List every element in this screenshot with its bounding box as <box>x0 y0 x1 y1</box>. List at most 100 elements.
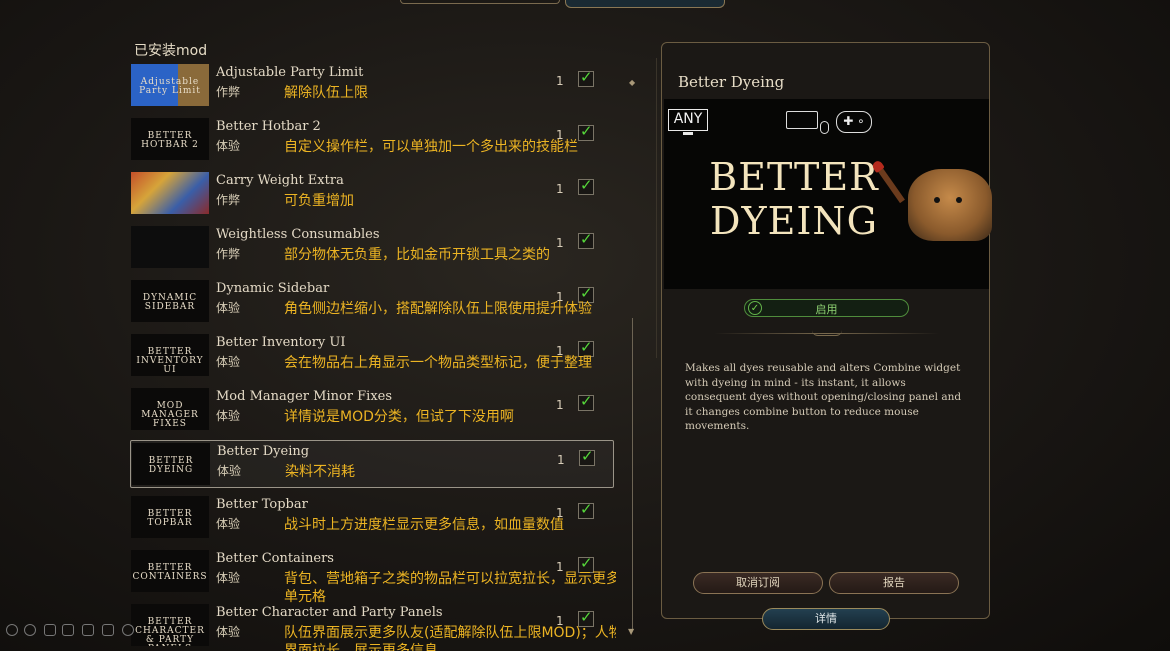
top-tab-right[interactable] <box>565 0 725 8</box>
mod-list: Adjustable Party Limit Adjustable Party L… <box>130 62 616 651</box>
mod-thumbnail <box>131 226 209 268</box>
mod-enabled-checkbox[interactable] <box>578 122 594 141</box>
top-decoration <box>400 0 730 8</box>
mod-category: 作弊 <box>216 193 241 207</box>
mod-thumbnail <box>131 172 209 214</box>
mod-category: 体验 <box>216 355 241 369</box>
scroll-down-icon[interactable]: ▼ <box>628 627 634 636</box>
mod-enabled-checkbox[interactable] <box>579 447 595 466</box>
mod-name: Better Hotbar 2 <box>216 119 321 134</box>
mod-load-order: 1 <box>556 398 564 412</box>
back-icon[interactable] <box>6 624 18 636</box>
details-button[interactable]: 详情 <box>762 608 890 630</box>
top-tab-left[interactable] <box>400 0 560 4</box>
mod-annotation: 会在物品右上角显示一个物品类型标记，便于整理 <box>284 355 592 371</box>
mod-enabled-checkbox[interactable] <box>578 230 594 249</box>
mod-annotation: 解除队伍上限 <box>284 85 368 101</box>
mod-name: Better Inventory UI <box>216 335 346 350</box>
scrollbar[interactable] <box>632 318 633 630</box>
banner-title: BETTER DYEING <box>709 155 879 243</box>
scroll-up-icon[interactable]: ◆ <box>629 78 635 87</box>
mod-name: Dynamic Sidebar <box>216 281 330 296</box>
mod-row[interactable]: BETTER HOTBAR 2Better Hotbar 2体验1自定义操作栏，… <box>130 116 614 164</box>
mod-thumbnail: BETTER HOTBAR 2 <box>131 118 209 160</box>
gamepad-icon: ✚ ∘ <box>836 111 872 133</box>
caption-icon[interactable] <box>82 624 94 636</box>
close-icon[interactable] <box>122 624 134 636</box>
mod-thumbnail: BETTER TOPBAR <box>131 496 209 538</box>
mod-row[interactable]: Adjustable Party Limit Adjustable Party L… <box>130 62 614 110</box>
hamster-illustration <box>908 169 992 241</box>
thumbnail-text: BETTER DYEING <box>148 456 194 475</box>
play-icon[interactable] <box>24 624 36 636</box>
mod-thumbnail: BETTER CONTAINERS <box>131 550 209 592</box>
details-title: Better Dyeing <box>678 73 785 91</box>
thumbnail-text: MOD MANAGER FIXES <box>141 401 199 429</box>
mod-row[interactable]: BETTER DYEING Better Dyeing 体验 1 染料不消耗 <box>130 440 614 488</box>
mod-row[interactable]: BETTER CONTAINERSBetter Containers体验1背包、… <box>130 548 616 605</box>
mod-annotation: 背包、营地箱子之类的物品栏可以拉宽拉长，显示更多单元格 <box>284 571 616 605</box>
installed-mods-title: 已安装mod <box>134 43 208 59</box>
mod-enabled-checkbox[interactable] <box>578 68 594 87</box>
enable-toggle[interactable]: ✓ 启用 <box>744 299 909 317</box>
mod-thumbnail: DYNAMIC SIDEBAR <box>131 280 209 322</box>
mod-category: 作弊 <box>216 247 241 261</box>
mod-description: Makes all dyes reusable and alters Combi… <box>685 362 962 433</box>
keyboard-icon <box>786 111 818 129</box>
mod-annotation: 部分物体无负重，比如金币开锁工具之类的 <box>284 247 550 263</box>
mod-banner: ANY ✚ ∘ BETTER DYEING <box>664 99 992 289</box>
mod-row[interactable]: MOD MANAGER FIXES Mod Manager Minor Fixes… <box>130 386 614 434</box>
thumbnail-text: BETTER HOTBAR 2 <box>141 131 199 150</box>
edit-icon[interactable] <box>44 624 56 636</box>
thumbnail-text: BETTER CHARACTER & PARTY PANELS <box>135 617 205 647</box>
mod-name: Better Character and Party Panels <box>216 605 443 620</box>
mod-category: 体验 <box>216 517 241 531</box>
mod-row[interactable]: Carry Weight Extra 作弊 1 可负重增加 <box>130 170 614 218</box>
divider <box>656 58 657 358</box>
mod-category: 作弊 <box>216 85 241 99</box>
mod-annotation: 染料不消耗 <box>285 464 355 480</box>
mod-load-order: 1 <box>557 453 565 467</box>
mod-details-panel: Better Dyeing ANY ✚ ∘ BETTER DYEING ✓ 启用… <box>661 42 992 619</box>
mod-thumbnail: MOD MANAGER FIXES <box>131 388 209 430</box>
mod-enabled-checkbox[interactable] <box>578 392 594 411</box>
report-button[interactable]: 报告 <box>829 572 959 594</box>
grid-icon[interactable] <box>62 624 74 636</box>
mod-annotation: 队伍界面展示更多队友(适配解除队伍上限MOD)；人物界面拉长，展示更多信息 <box>284 625 616 651</box>
mod-annotation: 战斗时上方进度栏显示更多信息，如血量数值 <box>284 517 564 533</box>
mod-row[interactable]: BETTER INVENTORY UI Better Inventory UI 体验… <box>130 332 614 380</box>
mod-row[interactable]: BETTER TOPBARBetter Topbar体验1战斗时上方进度栏显示更… <box>130 494 614 542</box>
expand-icon[interactable] <box>102 624 114 636</box>
unsubscribe-button[interactable]: 取消订阅 <box>693 572 823 594</box>
mod-annotation: 详情说是MOD分类，但试了下没用啊 <box>284 409 514 425</box>
mod-row[interactable]: Weightless Consumables 作弊 1 部分物体无负重，比如金币开锁工… <box>130 224 614 272</box>
mod-thumbnail: Adjustable Party Limit <box>131 64 209 106</box>
bottom-toolbar <box>0 622 140 642</box>
thumbnail-text: DYNAMIC SIDEBAR <box>142 293 198 312</box>
mod-category: 体验 <box>217 464 242 478</box>
mod-enabled-checkbox[interactable] <box>578 500 594 519</box>
enable-label: 启用 <box>815 303 838 316</box>
mod-name: Mod Manager Minor Fixes <box>216 389 393 404</box>
mod-category: 体验 <box>216 625 241 639</box>
mod-load-order: 1 <box>556 236 564 250</box>
thumbnail-text: BETTER INVENTORY UI <box>136 347 204 375</box>
mod-name: Better Dyeing <box>217 444 310 459</box>
thumbnail-text: Adjustable Party Limit <box>139 77 201 96</box>
mod-category: 体验 <box>216 571 241 585</box>
mod-annotation: 可负重增加 <box>284 193 354 209</box>
mod-thumbnail: BETTER CHARACTER & PARTY PANELS <box>131 604 209 646</box>
any-platform-badge: ANY <box>668 109 708 135</box>
mod-load-order: 1 <box>556 74 564 88</box>
mod-annotation: 自定义操作栏，可以单独加一个多出来的技能栏 <box>284 139 578 155</box>
mod-category: 体验 <box>216 409 241 423</box>
thumbnail-text: BETTER TOPBAR <box>147 509 193 528</box>
thumbnail-text: BETTER CONTAINERS <box>132 563 208 582</box>
mod-row[interactable]: BETTER CHARACTER & PARTY PANELS Better Ch… <box>130 602 616 651</box>
mod-name: Weightless Consumables <box>216 227 380 242</box>
mouse-icon <box>820 121 829 134</box>
mod-row[interactable]: DYNAMIC SIDEBARDynamic Sidebar体验1角色侧边栏缩小… <box>130 278 614 326</box>
mod-enabled-checkbox[interactable] <box>578 176 594 195</box>
mod-thumbnail: BETTER INVENTORY UI <box>131 334 209 376</box>
mod-name: Better Containers <box>216 551 334 566</box>
